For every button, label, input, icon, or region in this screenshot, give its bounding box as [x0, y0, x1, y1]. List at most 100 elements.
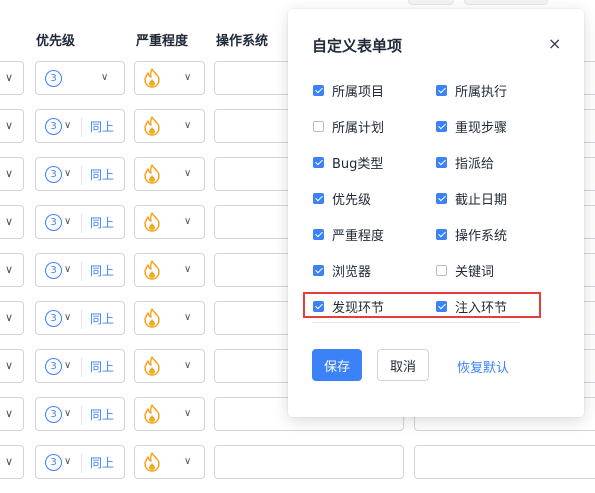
field-option-label: 关键词: [455, 264, 495, 280]
row-select[interactable]: ∨: [0, 445, 24, 479]
same-as-above-toggle[interactable]: 同上: [90, 358, 114, 375]
field-option-label: Bug类型: [332, 156, 384, 172]
chevron-down-icon: ∨: [184, 120, 192, 131]
checkbox[interactable]: [436, 120, 447, 132]
field-option[interactable]: 所属项目: [313, 81, 384, 100]
checkbox[interactable]: [436, 228, 447, 240]
same-as-above-toggle[interactable]: 同上: [90, 310, 114, 327]
priority-badge: 3: [45, 70, 62, 87]
priority-badge: 3: [45, 214, 62, 231]
severity-select[interactable]: ∨: [134, 109, 205, 143]
row-select[interactable]: ∨: [0, 301, 24, 335]
field-option[interactable]: 重现步骤: [436, 117, 507, 136]
priority-select[interactable]: 3 ∨ 同上: [35, 157, 125, 191]
severity-select[interactable]: ∨: [134, 61, 205, 95]
divider: [81, 165, 82, 185]
checkbox[interactable]: [313, 120, 324, 132]
checkbox[interactable]: [313, 156, 324, 168]
priority-select[interactable]: 3 ∨ 同上: [35, 445, 125, 479]
field-option[interactable]: 优先级: [313, 189, 371, 208]
extra-field-input[interactable]: [414, 445, 595, 479]
flame-icon: [144, 164, 160, 184]
field-option[interactable]: 严重程度: [313, 225, 384, 244]
checkbox[interactable]: [436, 156, 447, 168]
priority-select[interactable]: 3 ∨ 同上: [35, 205, 125, 239]
checkbox[interactable]: [313, 228, 324, 240]
column-header-os: 操作系统: [216, 34, 269, 49]
save-button[interactable]: 保存: [312, 349, 362, 381]
divider: [81, 405, 82, 425]
reset-default-link[interactable]: 恢复默认: [457, 357, 509, 376]
same-as-above-toggle[interactable]: 同上: [90, 166, 114, 183]
same-as-above-toggle[interactable]: 同上: [90, 118, 114, 135]
severity-select[interactable]: ∨: [134, 205, 205, 239]
severity-select[interactable]: ∨: [134, 253, 205, 287]
chevron-down-icon: ∨: [64, 360, 72, 371]
same-as-above-toggle[interactable]: 同上: [90, 214, 114, 231]
checkbox[interactable]: [313, 264, 324, 276]
column-header-severity: 严重程度: [136, 34, 189, 49]
priority-select[interactable]: 3 ∨ 同上: [35, 253, 125, 287]
priority-select[interactable]: 3 ∨ 同上: [35, 349, 125, 383]
close-icon[interactable]: ×: [548, 35, 561, 53]
chevron-down-icon: ∨: [101, 72, 109, 83]
severity-select[interactable]: ∨: [134, 157, 205, 191]
priority-select[interactable]: 3 ∨ 同上: [35, 397, 125, 431]
field-option[interactable]: Bug类型: [313, 153, 384, 172]
field-option[interactable]: 操作系统: [436, 225, 508, 244]
chevron-down-icon: ∨: [64, 408, 72, 419]
field-option-label: 操作系统: [455, 228, 508, 244]
field-option[interactable]: 截止日期: [436, 189, 508, 208]
column-header-priority: 优先级: [36, 34, 76, 49]
chevron-down-icon: ∨: [5, 455, 14, 468]
highlight-box: [303, 292, 541, 318]
priority-select[interactable]: 3 ∨ 同上: [35, 301, 125, 335]
field-option[interactable]: 指派给: [436, 153, 494, 172]
checkbox[interactable]: [313, 192, 324, 204]
checkbox[interactable]: [436, 264, 447, 276]
field-option-label: 所属执行: [455, 84, 508, 100]
same-as-above-toggle[interactable]: 同上: [90, 406, 114, 423]
os-select[interactable]: [214, 445, 404, 479]
row-select[interactable]: ∨: [0, 349, 24, 383]
header-tab-stub: [408, 0, 454, 5]
field-option[interactable]: 所属计划: [313, 117, 384, 136]
severity-select[interactable]: ∨: [134, 445, 205, 479]
chevron-down-icon: ∨: [5, 71, 14, 84]
same-as-above-toggle[interactable]: 同上: [90, 262, 114, 279]
divider: [81, 357, 82, 377]
chevron-down-icon: ∨: [184, 408, 192, 419]
field-option[interactable]: 浏览器: [313, 261, 371, 280]
row-select[interactable]: ∨: [0, 157, 24, 191]
checkbox[interactable]: [436, 192, 447, 204]
field-option-label: 截止日期: [455, 192, 508, 208]
divider: [312, 322, 520, 323]
divider: [81, 261, 82, 281]
flame-icon: [144, 68, 160, 88]
checkbox[interactable]: [313, 84, 324, 96]
row-select[interactable]: ∨: [0, 397, 24, 431]
chevron-down-icon: ∨: [5, 167, 14, 180]
row-select[interactable]: ∨: [0, 109, 24, 143]
chevron-down-icon: ∨: [5, 407, 14, 420]
priority-select[interactable]: 3 ∨ 同上: [35, 109, 125, 143]
chevron-down-icon: ∨: [5, 359, 14, 372]
priority-select[interactable]: 3 ∨: [35, 61, 125, 95]
checkbox[interactable]: [436, 84, 447, 96]
severity-select[interactable]: ∨: [134, 349, 205, 383]
flame-icon: [144, 260, 160, 280]
chevron-down-icon: ∨: [64, 168, 72, 179]
row-select[interactable]: ∨: [0, 253, 24, 287]
field-option[interactable]: 关键词: [436, 261, 495, 280]
header-tab-stub: [464, 0, 548, 5]
priority-badge: 3: [45, 454, 62, 471]
same-as-above-toggle[interactable]: 同上: [90, 454, 114, 471]
row-select[interactable]: ∨: [0, 61, 24, 95]
divider: [81, 453, 82, 473]
table-row: ∨ 3 ∨ 同上 ∨: [0, 445, 595, 493]
severity-select[interactable]: ∨: [134, 397, 205, 431]
cancel-button[interactable]: 取消: [377, 349, 429, 381]
field-option[interactable]: 所属执行: [436, 81, 508, 100]
severity-select[interactable]: ∨: [134, 301, 205, 335]
row-select[interactable]: ∨: [0, 205, 24, 239]
